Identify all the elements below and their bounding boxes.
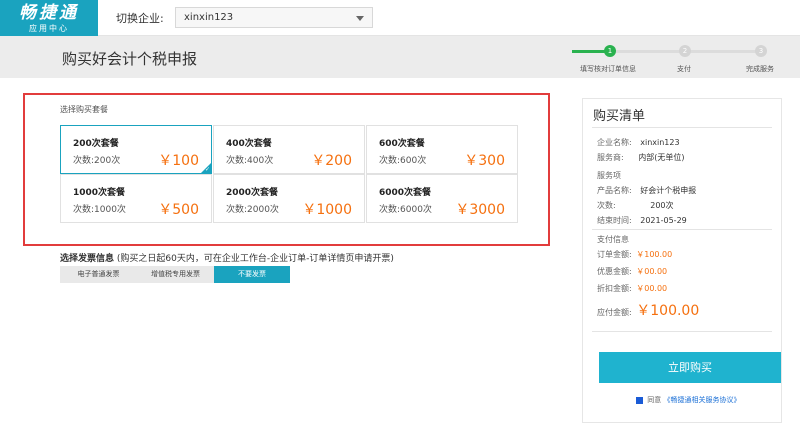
divider xyxy=(592,331,772,332)
cart-product-value: 好会计个税申报 xyxy=(640,186,697,195)
cart-times-row: 次数: 200次 xyxy=(597,200,674,211)
cart-provider-value: 内部(无单位) xyxy=(638,153,685,162)
invoice-label: 选择发票信息 xyxy=(60,254,115,264)
invoice-option-electronic[interactable]: 电子普通发票 xyxy=(60,266,137,283)
cart-times-value: 200次 xyxy=(650,201,674,210)
cart-rebate-value: ￥00.00 xyxy=(636,284,668,293)
cart-times-label: 次数: xyxy=(597,201,616,210)
package-count: 次数:200次 xyxy=(73,156,121,166)
step-1-label: 填写核对订单信息 xyxy=(580,65,636,73)
cart-rebate-row: 折扣金额: ￥00.00 xyxy=(597,283,667,294)
cart-payable-row: 应付金额: ￥100.00 xyxy=(597,300,699,320)
package-price: ￥200 xyxy=(311,153,352,169)
switch-company-label: 切换企业: xyxy=(116,12,164,25)
package-name: 400次套餐 xyxy=(226,139,272,149)
package-card-1000[interactable]: 1000次套餐 次数:1000次 ￥500 xyxy=(60,174,212,223)
divider xyxy=(592,127,772,128)
package-count: 次数:400次 xyxy=(226,156,274,166)
app-logo[interactable]: 畅捷通 应用中心 xyxy=(0,0,98,36)
cart-order-amount-value: ￥100.00 xyxy=(636,250,673,259)
package-card-400[interactable]: 400次套餐 次数:400次 ￥200 xyxy=(213,125,365,174)
chevron-down-icon xyxy=(356,16,364,21)
buy-now-button[interactable]: 立即购买 xyxy=(599,352,781,383)
step-3-dot: 3 xyxy=(755,45,767,57)
package-name: 200次套餐 xyxy=(73,139,119,149)
cart-product-label: 产品名称: xyxy=(597,186,632,195)
invoice-section-label: 选择发票信息 (购买之日起60天内，可在企业工作台-企业订单-订单详情页申请开票… xyxy=(60,251,394,264)
step-1-dot: 1 xyxy=(604,45,616,57)
cart-end-value: 2021-05-29 xyxy=(640,216,687,225)
package-price: ￥3000 xyxy=(455,202,505,218)
purchase-list-panel: 购买清单 企业名称: xinxin123 服务商: 内部(无单位) 服务项 产品… xyxy=(582,98,782,423)
step-2-label: 支付 xyxy=(677,65,691,73)
step-indicator: 1 2 3 填写核对订单信息 支付 完成服务 xyxy=(560,44,800,78)
package-count: 次数:1000次 xyxy=(73,205,126,215)
package-price: ￥100 xyxy=(158,153,199,169)
package-section-label: 选择购买套餐 xyxy=(60,105,108,114)
step-2-dot: 2 xyxy=(679,45,691,57)
package-price: ￥500 xyxy=(158,202,199,218)
cart-rebate-label: 折扣金额: xyxy=(597,284,632,293)
cart-company-row: 企业名称: xinxin123 xyxy=(597,137,680,148)
package-price: ￥300 xyxy=(464,153,505,169)
cart-product-row: 产品名称: 好会计个税申报 xyxy=(597,185,696,196)
page-title: 购买好会计个税申报 xyxy=(62,50,198,68)
cart-discount-value: ￥00.00 xyxy=(636,267,668,276)
package-count: 次数:2000次 xyxy=(226,205,279,215)
agree-text: 同意 xyxy=(647,396,662,404)
cart-provider-label: 服务商: xyxy=(597,153,624,162)
package-card-6000[interactable]: 6000次套餐 次数:6000次 ￥3000 xyxy=(366,174,518,223)
cart-end-row: 结束时间: 2021-05-29 xyxy=(597,215,687,226)
agree-checkbox[interactable] xyxy=(636,396,643,404)
cart-provider-row: 服务商: 内部(无单位) xyxy=(597,152,685,163)
company-select[interactable]: xinxin123 xyxy=(175,7,373,28)
cart-pay-section: 支付信息 xyxy=(597,235,629,244)
package-name: 600次套餐 xyxy=(379,139,425,149)
invoice-note: (购买之日起60天内，可在企业工作台-企业订单-订单详情页申请开票) xyxy=(116,254,394,264)
package-count: 次数:6000次 xyxy=(379,205,432,215)
cart-payable-label: 应付金额: xyxy=(597,308,632,317)
package-name: 6000次套餐 xyxy=(379,188,432,198)
package-card-2000[interactable]: 2000次套餐 次数:2000次 ￥1000 xyxy=(213,174,365,223)
cart-discount-label: 优惠金额: xyxy=(597,267,632,276)
top-bar: 畅捷通 应用中心 切换企业: xinxin123 xyxy=(0,0,800,36)
cart-payable-value: ￥100.00 xyxy=(636,303,700,319)
cart-order-amount-row: 订单金额: ￥100.00 xyxy=(597,249,672,260)
logo-sub-text: 应用中心 xyxy=(29,24,69,33)
cart-title: 购买清单 xyxy=(593,109,646,124)
cart-order-amount-label: 订单金额: xyxy=(597,250,632,259)
cart-end-label: 结束时间: xyxy=(597,216,632,225)
package-price: ￥1000 xyxy=(302,202,352,218)
package-card-200[interactable]: 200次套餐 次数:200次 ￥100 ✓ xyxy=(60,125,212,174)
logo-main-text: 畅捷通 xyxy=(19,3,79,23)
check-icon: ✓ xyxy=(204,166,210,173)
agreement-link[interactable]: 《畅捷通相关服务协议》 xyxy=(663,396,740,404)
invoice-option-vat-special[interactable]: 增值税专用发票 xyxy=(137,266,214,283)
divider xyxy=(592,229,772,230)
package-name: 1000次套餐 xyxy=(73,188,126,198)
package-count: 次数:600次 xyxy=(379,156,427,166)
cart-company-label: 企业名称: xyxy=(597,138,632,147)
package-card-600[interactable]: 600次套餐 次数:600次 ￥300 xyxy=(366,125,518,174)
company-select-value: xinxin123 xyxy=(184,12,234,23)
package-name: 2000次套餐 xyxy=(226,188,279,198)
step-3-label: 完成服务 xyxy=(746,65,774,73)
agreement-row: 同意 《畅捷通相关服务协议》 xyxy=(636,395,740,405)
cart-company-value: xinxin123 xyxy=(640,138,680,147)
cart-service-section: 服务项 xyxy=(597,171,621,180)
invoice-option-none[interactable]: 不要发票 xyxy=(214,266,290,283)
cart-discount-row: 优惠金额: ￥00.00 xyxy=(597,266,667,277)
